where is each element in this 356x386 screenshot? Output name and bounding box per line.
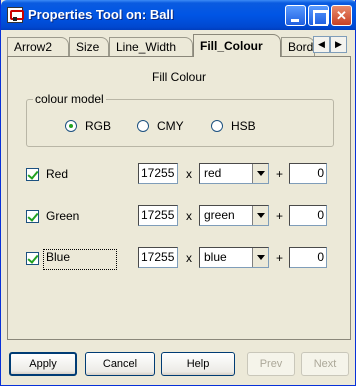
channel-label-green[interactable]: Green (46, 209, 79, 223)
tab-line-width[interactable]: Line_Width (109, 37, 193, 56)
times-symbol-green: x (186, 209, 192, 223)
apply-button[interactable]: Apply (9, 352, 77, 376)
channel-row-red: Red 17255 x red + 0 (8, 163, 352, 187)
plus-symbol-blue: + (276, 251, 284, 265)
checkbox-green[interactable] (26, 210, 39, 223)
radio-rgb[interactable]: RGB (65, 118, 111, 134)
chevron-down-icon[interactable] (252, 206, 268, 225)
times-symbol-blue: x (186, 251, 192, 265)
source-value-green: green (204, 208, 235, 222)
tab-strip: Arrow2 Size Line_Width Fill_Colour Bord … (7, 34, 351, 57)
amount-field-red[interactable]: 17255 (138, 163, 178, 184)
radio-button-cmy[interactable] (137, 119, 149, 132)
window-title: Properties Tool on: Ball (28, 7, 174, 22)
tab-border[interactable]: Bord (281, 37, 315, 56)
plus-symbol-red: + (276, 167, 284, 181)
title-bar[interactable]: Properties Tool on: Ball ✕ (1, 0, 356, 30)
radio-cmy[interactable]: CMY (137, 118, 184, 134)
source-dropdown-blue[interactable]: blue (199, 247, 269, 268)
cancel-button[interactable]: Cancel (85, 352, 155, 376)
radio-label-cmy: CMY (157, 118, 184, 133)
channel-label-blue[interactable]: Blue (43, 249, 117, 270)
source-dropdown-green[interactable]: green (199, 205, 269, 226)
arrow-left-icon: ◀ (318, 39, 325, 49)
colour-model-label: colour model (33, 92, 106, 106)
prev-button[interactable]: Prev (247, 352, 295, 376)
tab-arrow2[interactable]: Arrow2 (7, 37, 69, 56)
radio-button-rgb[interactable] (65, 119, 77, 132)
source-value-blue: blue (204, 250, 227, 264)
chevron-down-icon[interactable] (252, 248, 268, 267)
minimize-button[interactable] (285, 5, 306, 26)
channel-row-green: Green 17255 x green + 0 (8, 205, 352, 229)
amount-field-green[interactable]: 17255 (138, 205, 178, 226)
chevron-down-icon[interactable] (252, 164, 268, 183)
help-button[interactable]: Help (161, 352, 235, 376)
properties-window: Properties Tool on: Ball ✕ Arrow2 Size L… (0, 0, 356, 386)
arrow-right-icon: ▶ (335, 39, 342, 49)
times-symbol-red: x (186, 167, 192, 181)
plus-symbol-green: + (276, 209, 284, 223)
checkbox-blue[interactable] (26, 252, 39, 265)
fill-colour-panel: Fill Colour colour model RGB CMY HSB Red… (7, 56, 351, 340)
radio-button-hsb[interactable] (211, 119, 223, 132)
app-icon (7, 7, 24, 23)
close-button[interactable]: ✕ (331, 5, 352, 26)
button-bar: Apply Cancel Help Prev Next (1, 346, 356, 380)
colour-model-group: colour model RGB CMY HSB (26, 92, 334, 147)
channel-row-blue: Blue 17255 x blue + 0 (8, 247, 352, 271)
maximize-button[interactable] (308, 5, 329, 26)
offset-field-red[interactable]: 0 (289, 163, 327, 184)
radio-label-rgb: RGB (85, 118, 112, 133)
channel-label-red[interactable]: Red (46, 167, 68, 181)
source-value-red: red (204, 166, 222, 180)
tab-scroll-left-button[interactable]: ◀ (313, 36, 330, 53)
close-icon: ✕ (336, 8, 347, 23)
next-button[interactable]: Next (301, 352, 349, 376)
tab-fill-colour[interactable]: Fill_Colour (193, 34, 281, 57)
tab-scroll-right-button[interactable]: ▶ (330, 36, 347, 53)
radio-hsb[interactable]: HSB (211, 118, 256, 134)
offset-field-green[interactable]: 0 (289, 205, 327, 226)
source-dropdown-red[interactable]: red (199, 163, 269, 184)
tab-size[interactable]: Size (69, 37, 109, 56)
checkbox-red[interactable] (26, 168, 39, 181)
amount-field-blue[interactable]: 17255 (138, 247, 178, 268)
radio-label-hsb: HSB (231, 118, 256, 133)
offset-field-blue[interactable]: 0 (289, 247, 327, 268)
panel-title: Fill Colour (151, 70, 206, 84)
